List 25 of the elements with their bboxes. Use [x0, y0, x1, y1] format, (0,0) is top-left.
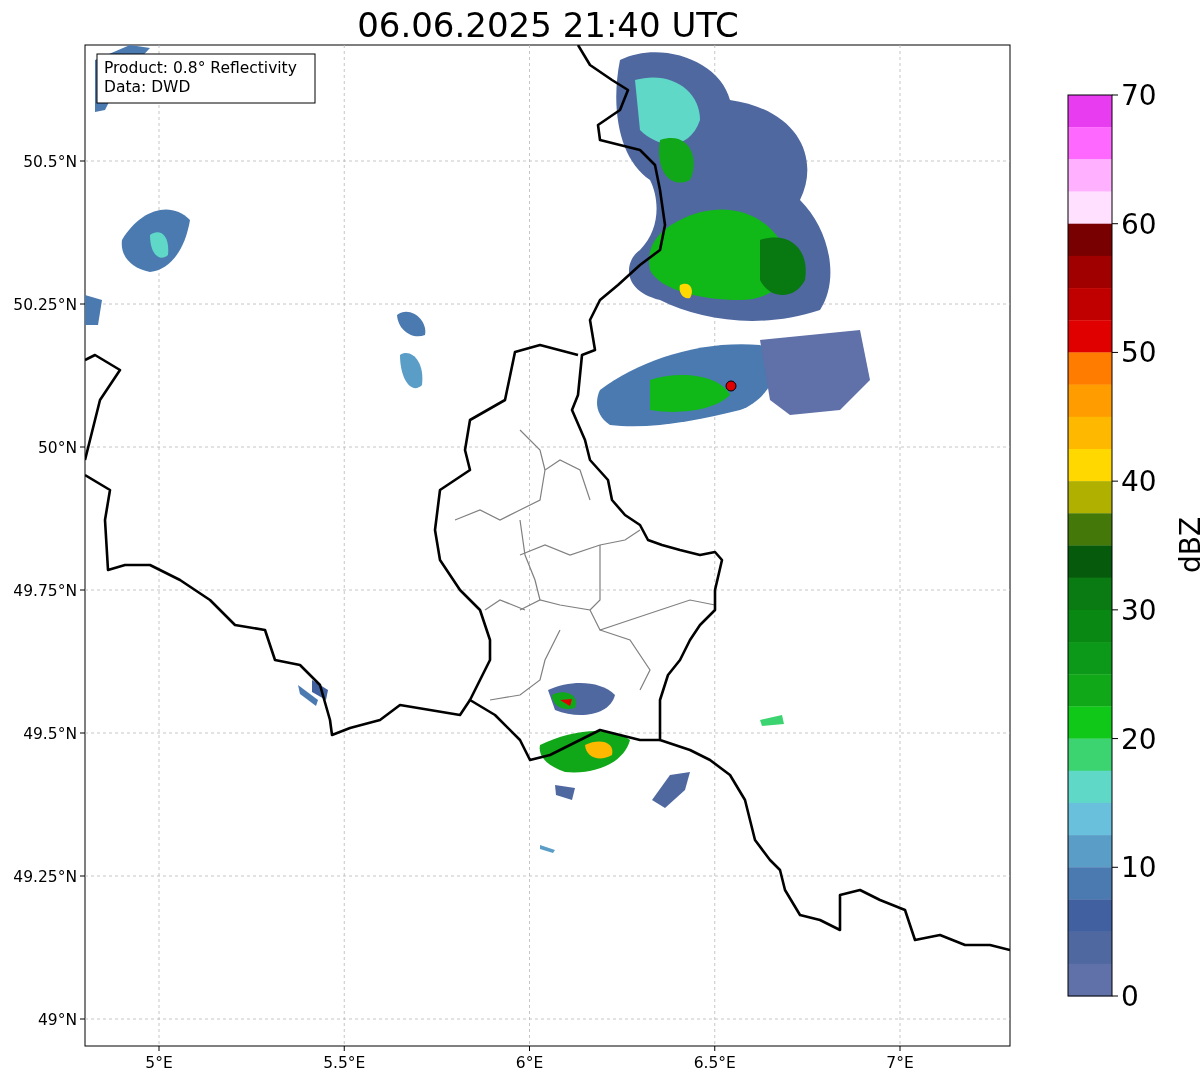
- latitude-label: 50.5°N: [23, 153, 77, 171]
- colorbar-label: 20: [1121, 722, 1157, 756]
- info-text: Product: 0.8° Reflectivity: [104, 59, 297, 77]
- colorbar-label: 50: [1121, 336, 1157, 370]
- longitude-label: 5.5°E: [323, 1054, 366, 1072]
- latitude-label: 49°N: [37, 1011, 77, 1029]
- latitude-label: 49.75°N: [13, 582, 77, 600]
- longitude-label: 5°E: [145, 1054, 173, 1072]
- chart-title: 06.06.2025 21:40 UTC: [357, 5, 739, 45]
- colorbar-label: 10: [1121, 851, 1157, 885]
- info-text: Data: DWD: [104, 78, 191, 96]
- location-marker: [725, 380, 737, 392]
- longitude-label: 6.5°E: [693, 1054, 736, 1072]
- colorbar-label: 70: [1121, 79, 1157, 112]
- colorbar-label: 40: [1121, 465, 1157, 499]
- latitude-label: 50°N: [37, 439, 77, 457]
- latitude-label: 49.25°N: [13, 868, 77, 886]
- longitude-label: 6°E: [515, 1054, 544, 1072]
- colorbar-label: 30: [1121, 593, 1157, 627]
- colorbar-label: 60: [1121, 207, 1157, 241]
- colorbar-title: dBZ: [1174, 516, 1202, 574]
- colorbar-label: 0: [1121, 980, 1139, 1013]
- longitude-label: 7°E: [886, 1054, 914, 1072]
- latitude-label: 50.25°N: [13, 296, 77, 314]
- latitude-label: 49.5°N: [23, 725, 77, 743]
